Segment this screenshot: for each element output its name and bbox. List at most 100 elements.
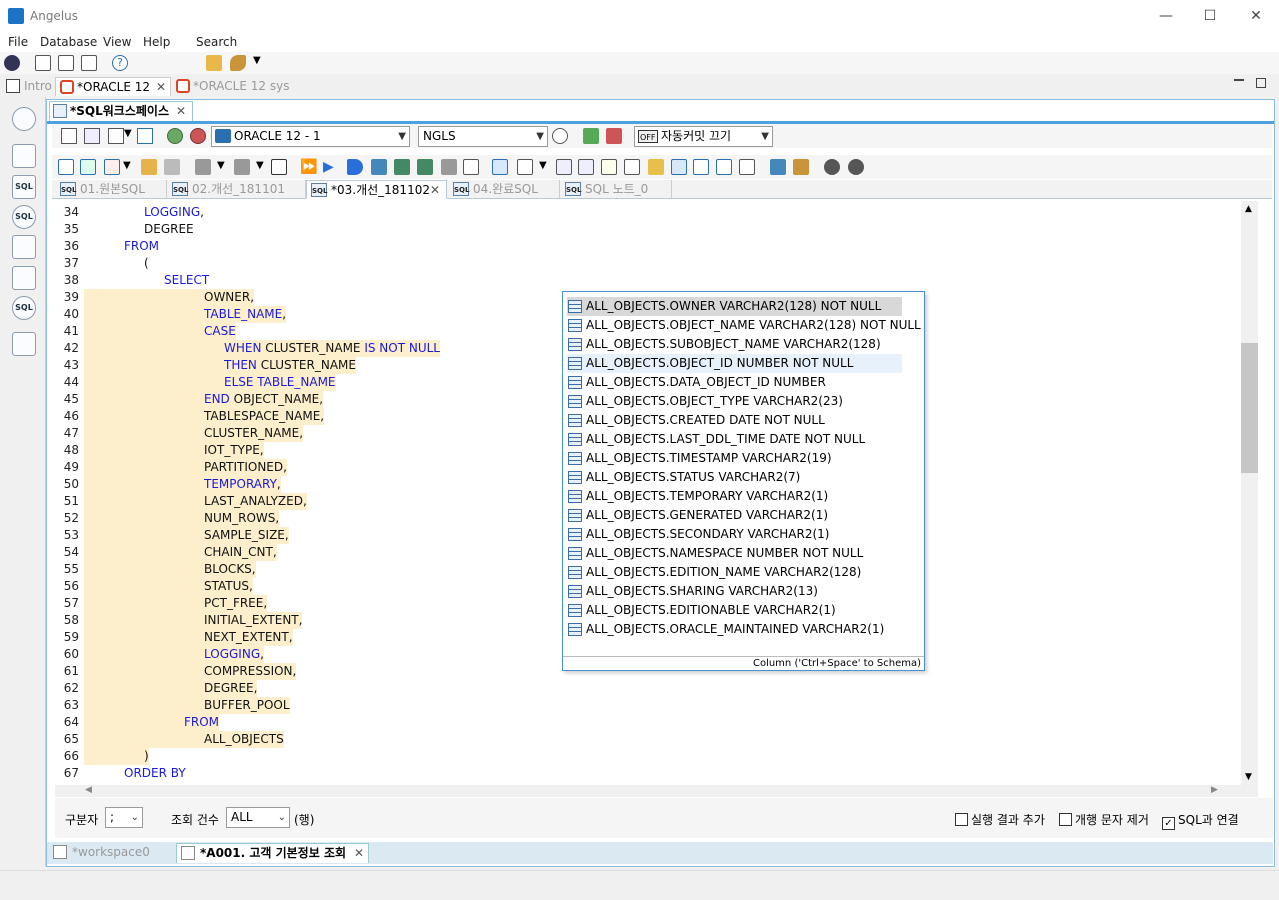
gear-close-icon[interactable] <box>848 159 864 175</box>
tab-oracle-12-sys[interactable]: *ORACLE 12 sys <box>172 77 293 96</box>
scroll-up-icon[interactable]: ▲ <box>1245 204 1252 214</box>
autocomplete-popup[interactable]: ALL_OBJECTS.OWNER VARCHAR2(128) NOT NULL… <box>562 291 925 671</box>
chevron-down-icon[interactable]: ▼ <box>217 160 225 171</box>
window-icon[interactable] <box>739 159 755 175</box>
refresh-icon[interactable] <box>552 128 568 144</box>
autocomplete-item[interactable]: ALL_OBJECTS.SUBOBJECT_NAME VARCHAR2(128) <box>567 335 902 354</box>
tab-intro[interactable]: Intro <box>2 77 56 96</box>
autocomplete-item[interactable]: ALL_OBJECTS.ORACLE_MAINTAINED VARCHAR2(1… <box>567 620 902 639</box>
rocket-icon[interactable] <box>230 55 246 71</box>
code-line[interactable]: 38 SELECT <box>55 272 1241 289</box>
autocomplete-item[interactable]: ALL_OBJECTS.DATA_OBJECT_ID NUMBER <box>567 373 902 392</box>
close-tab-icon[interactable]: ✕ <box>156 80 166 94</box>
autocomplete-item[interactable]: ALL_OBJECTS.LAST_DDL_TIME DATE NOT NULL <box>567 430 902 449</box>
sql-web-icon[interactable]: SQL <box>12 205 36 229</box>
panel-minimize-icon[interactable] <box>1234 79 1244 81</box>
autocomplete-item[interactable]: ALL_OBJECTS.TIMESTAMP VARCHAR2(19) <box>567 449 902 468</box>
run-all-icon[interactable]: ⏩ <box>300 159 317 175</box>
remove-newline-checkbox[interactable]: 개행 문자 제거 <box>1059 811 1149 828</box>
stop-icon[interactable] <box>441 159 457 175</box>
autocomplete-item[interactable]: ALL_OBJECTS.NAMESPACE NUMBER NOT NULL <box>567 544 902 563</box>
autocomplete-item[interactable]: ALL_OBJECTS.OBJECT_TYPE VARCHAR2(23) <box>567 392 902 411</box>
results-icon[interactable] <box>517 159 533 175</box>
minimize-button[interactable]: — <box>1143 0 1189 32</box>
tab-sql-workspace[interactable]: *SQL워크스페이스 ✕ <box>49 101 193 121</box>
chevron-down-icon[interactable]: ▼ <box>124 128 132 139</box>
help-icon[interactable]: ? <box>112 55 128 71</box>
sql-tab-improve-181101[interactable]: SQL 02.개선_181101 <box>168 180 306 199</box>
close-tab-icon[interactable]: ✕ <box>354 846 364 860</box>
autocomplete-item[interactable]: ALL_OBJECTS.STATUS VARCHAR2(7) <box>567 468 902 487</box>
menu-search[interactable]: Search <box>196 35 237 49</box>
tab-workspace0[interactable]: *workspace0 <box>53 843 150 863</box>
sql-file-icon[interactable] <box>58 55 74 71</box>
autocomplete-item[interactable]: ALL_OBJECTS.TEMPORARY VARCHAR2(1) <box>567 487 902 506</box>
list-icon[interactable] <box>463 159 479 175</box>
network-icon[interactable] <box>35 55 51 71</box>
separator-select[interactable]: ; ⌄ <box>105 807 143 828</box>
panel-maximize-icon[interactable] <box>1256 78 1266 88</box>
pencil-icon[interactable] <box>648 159 664 175</box>
copy-window-icon[interactable] <box>84 128 100 144</box>
close-button[interactable]: ✕ <box>1233 0 1279 32</box>
autocomplete-item[interactable]: ALL_OBJECTS.OWNER VARCHAR2(128) NOT NULL <box>567 297 902 316</box>
run-icon[interactable]: ▶ <box>323 159 339 175</box>
db-connect-icon[interactable] <box>4 55 20 71</box>
menu-database[interactable]: Database <box>40 35 97 49</box>
chevron-down-icon[interactable]: ▼ <box>253 55 261 66</box>
autocomplete-item[interactable]: ALL_OBJECTS.OBJECT_ID NUMBER NOT NULL <box>567 354 902 373</box>
append-result-checkbox[interactable]: 실행 결과 추가 <box>955 811 1045 828</box>
column-mode-icon[interactable] <box>671 159 687 175</box>
sql-tab-note[interactable]: SQL SQL 노트_0 <box>561 180 672 199</box>
grid-icon[interactable] <box>12 235 36 259</box>
code-line[interactable]: 63 BUFFER_POOL <box>55 697 1241 714</box>
unformat-icon[interactable] <box>164 159 180 175</box>
rollback-icon[interactable] <box>606 128 622 144</box>
sql-tab-complete[interactable]: SQL 04.완료SQL <box>449 180 560 199</box>
code-line[interactable]: 62 DEGREE, <box>55 680 1241 697</box>
document-search-icon[interactable] <box>81 55 97 71</box>
open-folder-icon[interactable] <box>206 55 222 71</box>
database-info-icon[interactable] <box>12 107 36 131</box>
new-window-icon[interactable] <box>61 128 77 144</box>
chevron-down-icon[interactable]: ▼ <box>539 160 547 171</box>
autocomplete-item[interactable]: ALL_OBJECTS.CREATED DATE NOT NULL <box>567 411 902 430</box>
vertical-scrollbar[interactable]: ▲ ▼ <box>1241 201 1258 785</box>
autocomplete-item[interactable]: ALL_OBJECTS.EDITIONABLE VARCHAR2(1) <box>567 601 902 620</box>
code-line[interactable]: 37 ( <box>55 255 1241 272</box>
sql-search-icon[interactable]: SQL <box>12 296 36 320</box>
print-icon[interactable] <box>195 159 211 175</box>
tab-oracle-12[interactable]: *ORACLE 12 ✕ <box>55 77 172 96</box>
clipboard-icon[interactable] <box>137 128 153 144</box>
close-tab-icon[interactable]: ✕ <box>176 102 186 121</box>
scroll-thumb[interactable] <box>1241 343 1258 473</box>
sql-editor-icon[interactable]: SQL <box>12 175 36 199</box>
autocomplete-item[interactable]: ALL_OBJECTS.SHARING VARCHAR2(13) <box>567 582 902 601</box>
code-line[interactable]: 65 ALL_OBJECTS <box>55 731 1241 748</box>
code-line[interactable]: 66) <box>55 748 1241 765</box>
chat-icon[interactable] <box>770 159 786 175</box>
autocomplete-item[interactable]: ALL_OBJECTS.OBJECT_NAME VARCHAR2(128) NO… <box>567 316 921 335</box>
split-vertical-icon[interactable] <box>693 159 709 175</box>
scroll-left-icon[interactable]: ◀ <box>85 785 92 795</box>
settings-icon[interactable] <box>234 159 250 175</box>
sql-tab-improve-181102[interactable]: SQL *03.개선_181102 ✕ <box>306 180 447 199</box>
bookmark-icon[interactable] <box>624 159 640 175</box>
code-line[interactable]: 34 LOGGING, <box>55 204 1241 221</box>
lowercase-icon[interactable] <box>578 159 594 175</box>
horizontal-scrollbar[interactable]: ◀ ▶ <box>55 785 1258 797</box>
autocommit-select[interactable]: OFF 자동커밋 끄기 ▼ <box>634 126 773 147</box>
menu-view[interactable]: View <box>103 35 131 49</box>
run-record-icon[interactable] <box>347 159 363 175</box>
autocomplete-item[interactable]: ALL_OBJECTS.GENERATED VARCHAR2(1) <box>567 506 902 525</box>
nls-select[interactable]: NGLS ▼ <box>418 126 548 147</box>
connection-select[interactable]: ORACLE 12 - 1 ▼ <box>211 126 410 147</box>
tools-icon[interactable] <box>793 159 809 175</box>
menu-help[interactable]: Help <box>143 35 170 49</box>
open-file-icon[interactable] <box>80 159 96 175</box>
scroll-down-icon[interactable]: ▼ <box>1245 772 1252 782</box>
highlight-icon[interactable] <box>601 159 617 175</box>
trace-icon[interactable] <box>394 159 410 175</box>
uppercase-icon[interactable] <box>556 159 572 175</box>
tab-a001[interactable]: *A001. 고객 기본정보 조회 ✕ <box>176 843 369 863</box>
